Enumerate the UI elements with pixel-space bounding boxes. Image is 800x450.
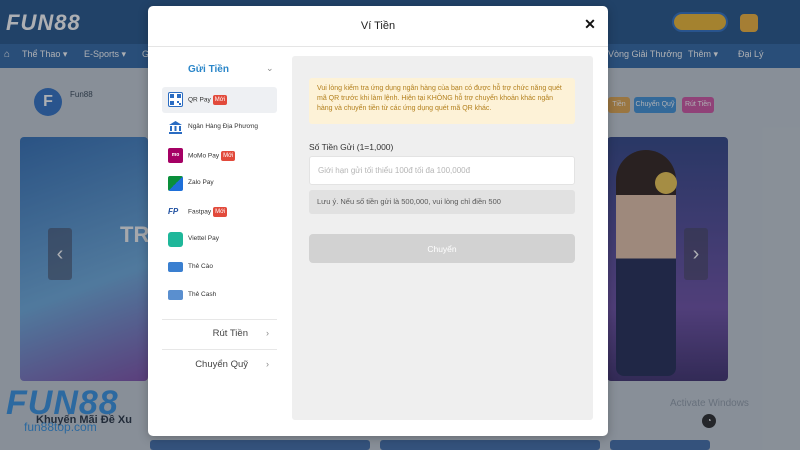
divider bbox=[148, 46, 608, 47]
chevron-right-icon: › bbox=[266, 359, 269, 369]
wallet-modal: Ví Tiền ✕ Gửi Tiền ⌄ QR Pay Mới Ngân Hàng… bbox=[148, 6, 608, 436]
method-label: Fastpay bbox=[188, 208, 212, 216]
divider bbox=[162, 319, 277, 320]
method-label: Thẻ Cash bbox=[188, 291, 217, 298]
deposit-section-header[interactable]: Gửi Tiền bbox=[188, 64, 229, 75]
transfer-section[interactable]: Chuyển Quỹ › bbox=[162, 355, 277, 375]
method-label: Viettel Pay bbox=[188, 235, 219, 242]
payment-method-local-bank[interactable]: Ngân Hàng Địa Phương bbox=[162, 115, 277, 141]
bank-icon bbox=[168, 120, 183, 135]
method-label: QR Pay bbox=[188, 96, 211, 104]
new-badge: Mới bbox=[212, 95, 228, 105]
withdraw-label: Rút Tiền bbox=[212, 328, 248, 339]
payment-method-fastpay[interactable]: FP Fastpay Mới bbox=[162, 199, 277, 225]
transfer-label: Chuyển Quỹ bbox=[195, 359, 248, 370]
new-badge: Mới bbox=[221, 151, 236, 161]
method-label: Ngân Hàng Địa Phương bbox=[188, 123, 259, 130]
method-label: Thẻ Cào bbox=[188, 263, 213, 270]
payment-method-cash-card[interactable]: Thẻ Cash bbox=[162, 283, 277, 309]
method-label: Zalo Pay bbox=[188, 179, 214, 186]
new-badge: Mới bbox=[213, 207, 228, 217]
payment-method-momo[interactable]: mo MoMo Pay Mới bbox=[162, 143, 277, 169]
payment-method-qr-pay[interactable]: QR Pay Mới bbox=[162, 87, 277, 113]
payment-method-zalo-pay[interactable]: Zalo Pay bbox=[162, 171, 277, 197]
fastpay-icon: FP bbox=[168, 207, 179, 216]
qr-notice: Vui lòng kiểm tra ứng dụng ngân hàng của… bbox=[309, 78, 575, 124]
amount-label: Số Tiền Gửi (1=1,000) bbox=[309, 142, 394, 152]
scratch-card-icon bbox=[168, 262, 183, 272]
divider bbox=[162, 349, 277, 350]
payment-method-viettel-pay[interactable]: Viettel Pay bbox=[162, 227, 277, 253]
qr-code-icon bbox=[168, 92, 183, 107]
amount-input[interactable] bbox=[309, 156, 575, 185]
payment-method-scratch-card[interactable]: Thẻ Cào bbox=[162, 255, 277, 281]
modal-title: Ví Tiền bbox=[360, 20, 396, 32]
withdraw-section[interactable]: Rút Tiền › bbox=[162, 324, 277, 344]
viettelpay-icon bbox=[168, 232, 183, 247]
chevron-down-icon[interactable]: ⌄ bbox=[266, 63, 274, 74]
submit-button[interactable]: Chuyển bbox=[309, 234, 575, 263]
amount-note: Lưu ý. Nếu số tiền gửi là 500,000, vui l… bbox=[309, 190, 575, 214]
momo-icon: mo bbox=[168, 148, 183, 163]
method-label: MoMo Pay bbox=[188, 152, 220, 160]
chevron-right-icon: › bbox=[266, 328, 269, 338]
close-icon[interactable]: ✕ bbox=[582, 16, 598, 32]
cash-card-icon bbox=[168, 290, 183, 300]
zalopay-icon bbox=[168, 176, 183, 191]
deposit-form-panel: Vui lòng kiểm tra ứng dụng ngân hàng của… bbox=[292, 56, 593, 420]
